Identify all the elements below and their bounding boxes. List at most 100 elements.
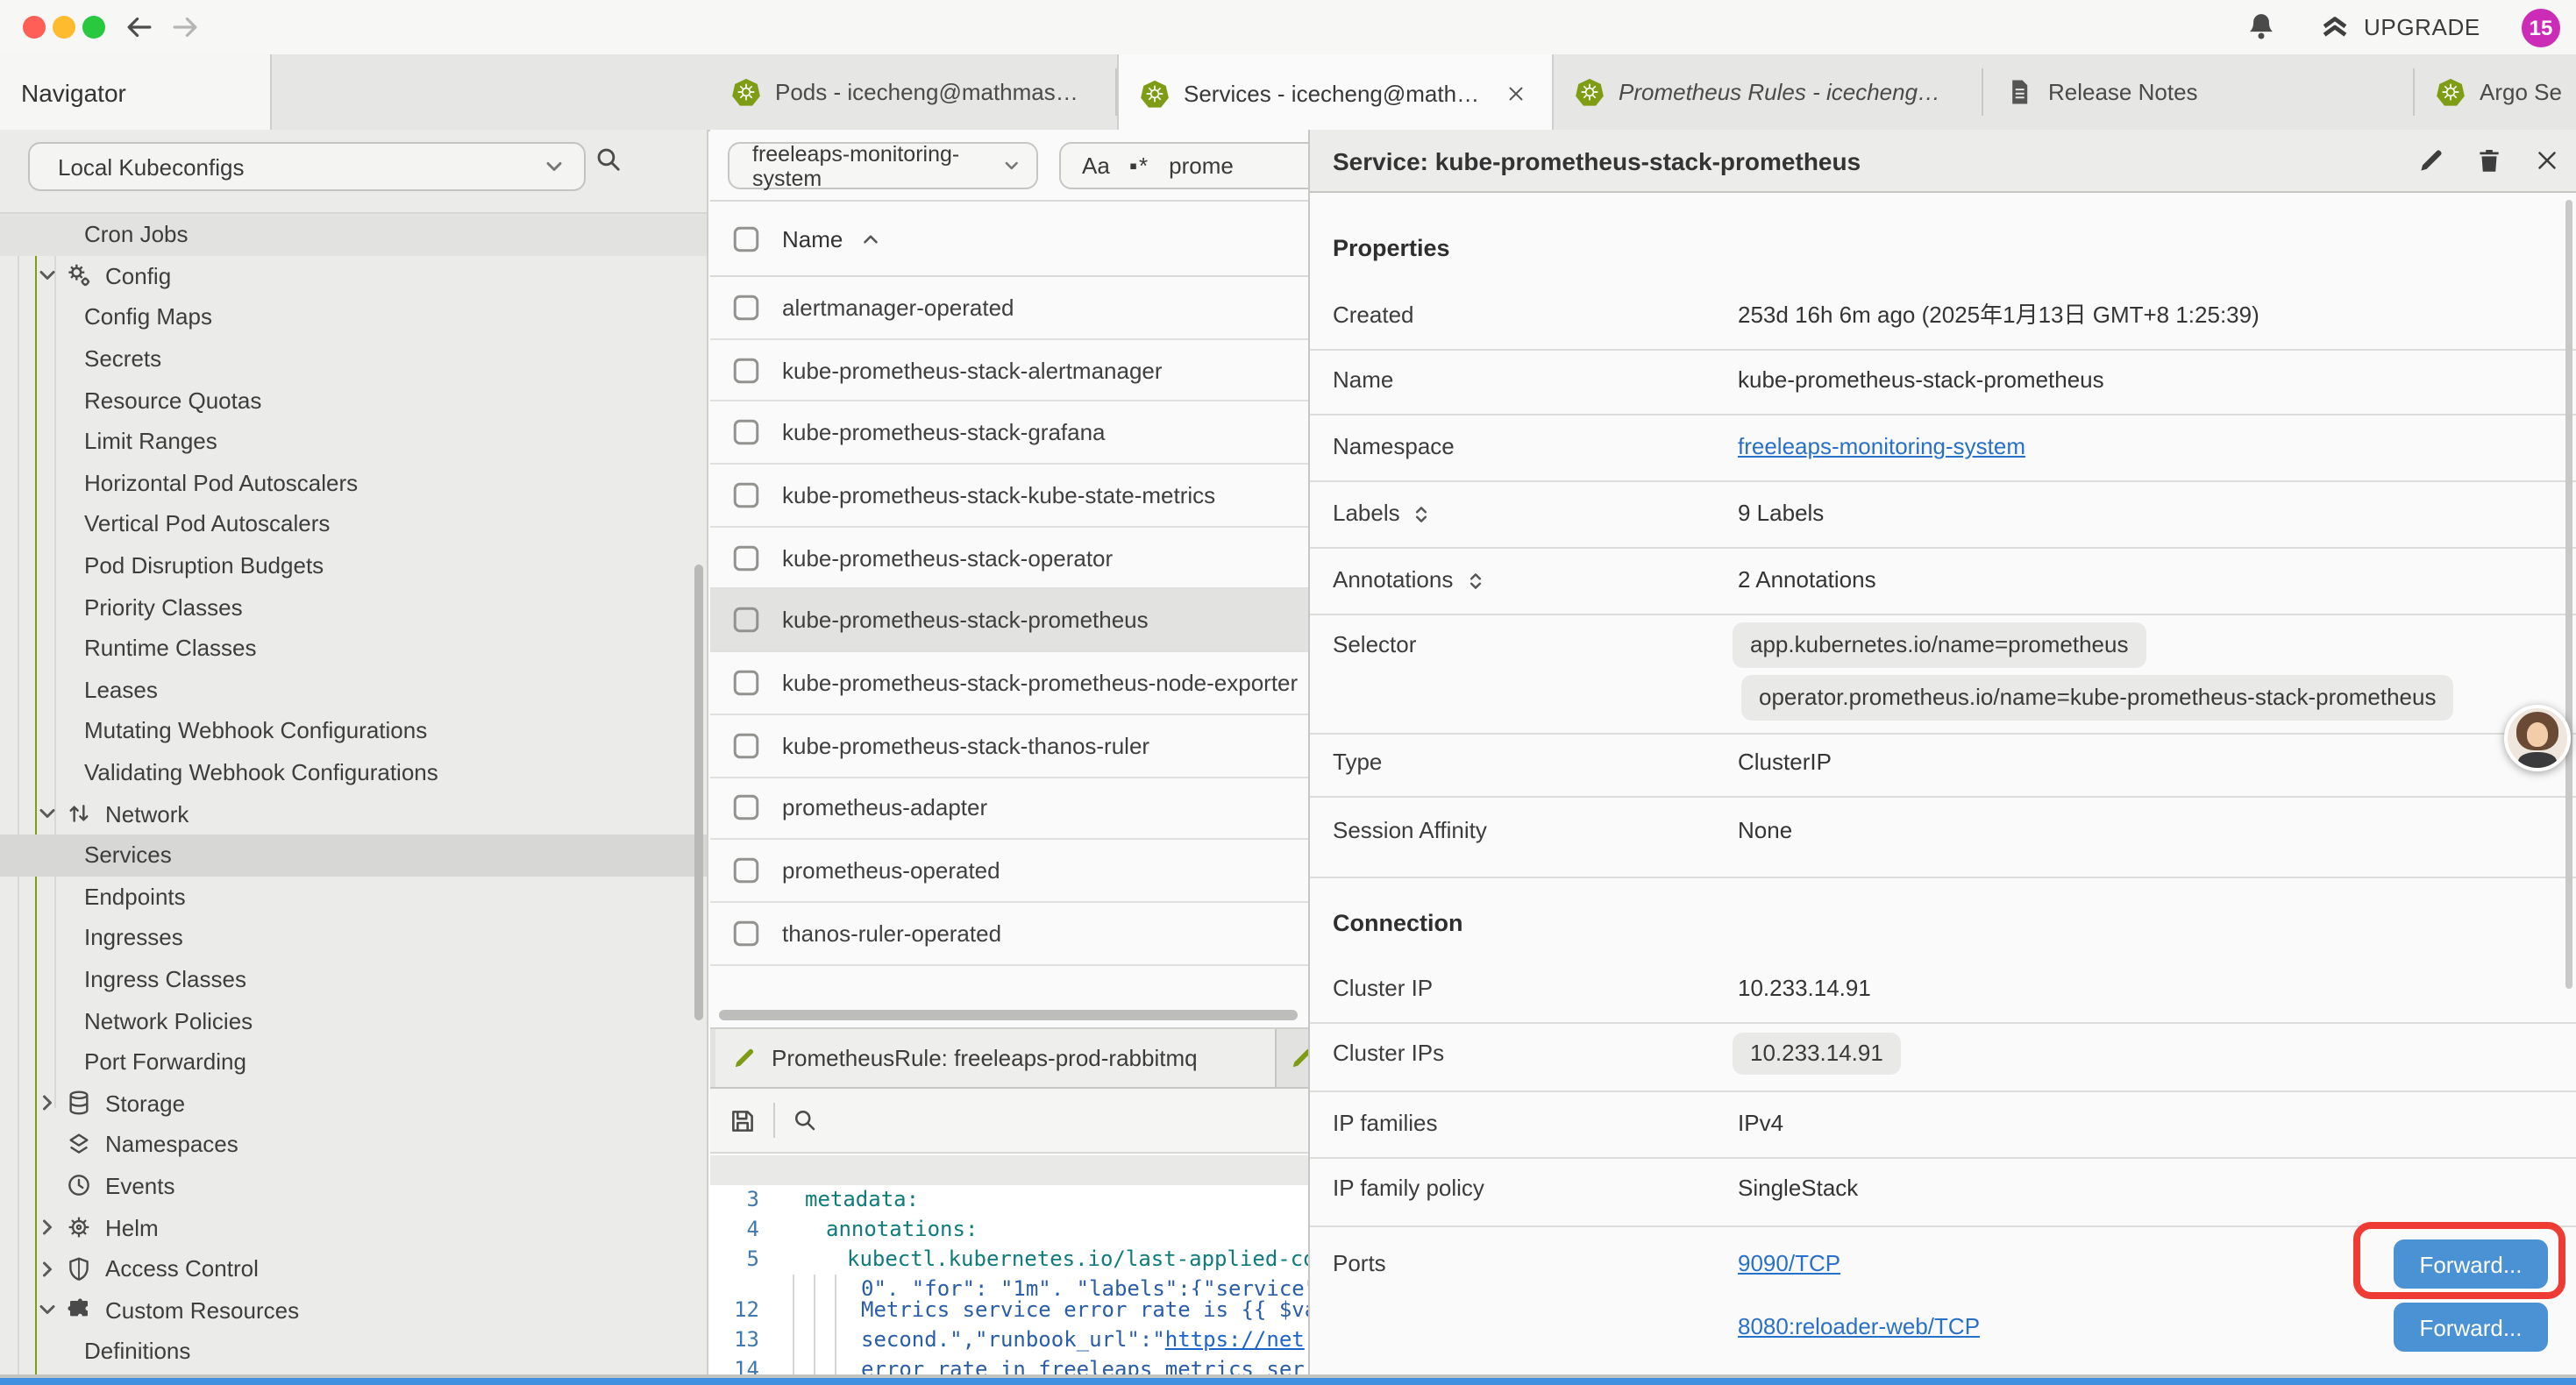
user-avatar[interactable] xyxy=(2504,705,2571,771)
tree-chevron-icon[interactable] xyxy=(35,1297,60,1322)
tab-prometheus-rules[interactable]: Prometheus Rules - icecheng… xyxy=(1554,54,1983,130)
service-row[interactable]: kube-prometheus-stack-prometheus-node-ex… xyxy=(710,652,1308,714)
tree-item[interactable]: Config xyxy=(0,255,708,296)
forward-icon[interactable] xyxy=(168,11,202,44)
tree-chevron-icon[interactable] xyxy=(35,1256,60,1281)
tab-release-notes[interactable]: Release Notes xyxy=(1983,54,2415,130)
tab-services[interactable]: Services - icecheng@math… xyxy=(1117,54,1554,131)
tree-chevron-icon[interactable] xyxy=(35,1091,60,1116)
tree-item[interactable]: Validating Webhook Configurations xyxy=(0,751,708,792)
tree-item[interactable]: Namespaces xyxy=(0,1124,708,1165)
horizontal-scrollbar[interactable] xyxy=(719,1010,1298,1020)
tree-item[interactable]: Pod Disruption Budgets xyxy=(0,545,708,586)
service-row[interactable]: kube-prometheus-stack-prometheus xyxy=(710,590,1308,652)
tree-item[interactable]: Vertical Pod Autoscalers xyxy=(0,503,708,544)
tree-item[interactable]: Endpoints xyxy=(0,876,708,917)
tree-item[interactable]: Events xyxy=(0,1165,708,1206)
regex-toggle[interactable]: ▪* xyxy=(1129,153,1149,179)
service-row[interactable]: prometheus-operated xyxy=(710,840,1308,902)
row-checkbox[interactable] xyxy=(733,857,759,884)
editor-tab-next[interactable] xyxy=(1289,1029,1308,1087)
tree-item[interactable]: Services xyxy=(0,835,708,876)
service-row[interactable]: kube-prometheus-stack-operator xyxy=(710,528,1308,590)
minimize-window-button[interactable] xyxy=(53,16,75,39)
row-checkbox[interactable] xyxy=(733,482,759,508)
tree-chevron-icon[interactable] xyxy=(35,264,60,288)
tree-item[interactable]: Custom Resources xyxy=(0,1289,708,1331)
expand-annotations-icon[interactable] xyxy=(1463,569,1486,592)
select-all-checkbox[interactable] xyxy=(733,225,759,252)
tree-item[interactable]: Storage xyxy=(0,1083,708,1124)
tree-item[interactable]: Priority Classes xyxy=(0,586,708,628)
runbook-url-link[interactable]: https://net xyxy=(1165,1325,1305,1355)
tab-argo[interactable]: Argo Se xyxy=(2415,54,2576,130)
tree-item[interactable]: Runtime Classes xyxy=(0,628,708,669)
row-checkbox[interactable] xyxy=(733,795,759,821)
row-checkbox[interactable] xyxy=(733,920,759,946)
row-checkbox[interactable] xyxy=(733,419,759,445)
namespace-link[interactable]: freeleaps-monitoring-system xyxy=(1738,430,2025,465)
tree-item[interactable]: Ingresses xyxy=(0,917,708,958)
sidebar-search-icon[interactable] xyxy=(593,144,624,175)
back-icon[interactable] xyxy=(123,11,156,44)
tree-item[interactable]: Cron Jobs xyxy=(0,214,708,255)
tree-chevron-icon[interactable] xyxy=(35,1215,60,1239)
tree-item[interactable]: Limit Ranges xyxy=(0,421,708,462)
save-icon[interactable] xyxy=(728,1105,758,1135)
service-row[interactable]: kube-prometheus-stack-alertmanager xyxy=(710,339,1308,401)
name-column-header[interactable]: Name xyxy=(782,225,843,252)
expand-labels-icon[interactable] xyxy=(1411,502,1434,525)
tree-item[interactable]: Config Maps xyxy=(0,296,708,337)
row-checkbox[interactable] xyxy=(733,544,759,571)
service-row[interactable]: kube-prometheus-stack-kube-state-metrics xyxy=(710,465,1308,527)
row-checkbox[interactable] xyxy=(733,295,759,321)
kubeconfig-selector[interactable]: Local Kubeconfigs xyxy=(28,142,586,191)
tree-item[interactable]: Access Control xyxy=(0,1248,708,1289)
match-case-toggle[interactable]: Aa xyxy=(1082,153,1110,179)
editor-tab-prometheusrule[interactable]: PrometheusRule: freeleaps-prod-rabbitmq xyxy=(715,1029,1277,1087)
row-checkbox[interactable] xyxy=(733,670,759,696)
tree-item[interactable]: Helm xyxy=(0,1207,708,1248)
service-row[interactable]: thanos-ruler-operated xyxy=(710,903,1308,965)
yaml-editor[interactable]: 3metadata: 4annotations: 5kubectl.kubern… xyxy=(710,1185,1308,1385)
port-9090-link[interactable]: 9090/TCP xyxy=(1738,1246,1840,1282)
port-8080-link[interactable]: 8080:reloader-web/TCP xyxy=(1738,1310,1980,1345)
drawer-scrollbar[interactable] xyxy=(2565,200,2572,989)
edit-pencil-icon[interactable] xyxy=(2416,146,2446,175)
close-drawer-icon[interactable] xyxy=(2532,146,2562,175)
row-checkbox[interactable] xyxy=(733,357,759,383)
close-window-button[interactable] xyxy=(23,16,46,39)
tree-item[interactable]: Port Forwarding xyxy=(0,1041,708,1083)
tree-item[interactable]: Network xyxy=(0,793,708,835)
namespace-filter-dropdown[interactable]: freeleaps-monitoring-system xyxy=(728,142,1038,189)
tree-item[interactable]: Network Policies xyxy=(0,1000,708,1041)
upgrade-icon[interactable] xyxy=(2318,11,2352,44)
sidebar-scrollbar[interactable] xyxy=(694,565,703,1020)
forward-port-8080-button[interactable]: Forward... xyxy=(2394,1303,2548,1352)
tab-navigator[interactable]: Navigator xyxy=(0,54,272,130)
tree-item[interactable]: Definitions xyxy=(0,1331,708,1372)
service-row[interactable]: kube-prometheus-stack-thanos-ruler xyxy=(710,715,1308,778)
row-checkbox[interactable] xyxy=(733,732,759,758)
sort-ascending-icon[interactable] xyxy=(858,227,881,250)
tree-item[interactable]: Leases xyxy=(0,669,708,710)
delete-trash-icon[interactable] xyxy=(2474,146,2504,175)
notification-count-badge[interactable]: 15 xyxy=(2522,9,2560,47)
editor-search-icon[interactable] xyxy=(791,1106,819,1134)
tree-item[interactable]: Mutating Webhook Configurations xyxy=(0,710,708,751)
service-row[interactable]: kube-prometheus-stack-grafana xyxy=(710,402,1308,465)
list-search-input[interactable]: Aa ▪* prome xyxy=(1059,142,1308,189)
service-row[interactable]: prometheus-adapter xyxy=(710,778,1308,840)
tab-pods[interactable]: Pods - icecheng@mathmas… xyxy=(710,54,1117,130)
row-checkbox[interactable] xyxy=(733,607,759,634)
tree-item[interactable]: Secrets xyxy=(0,338,708,380)
tree-item[interactable]: Resource Quotas xyxy=(0,380,708,421)
service-row[interactable]: alertmanager-operated xyxy=(710,277,1308,339)
tree-item[interactable]: Horizontal Pod Autoscalers xyxy=(0,462,708,503)
notifications-bell-icon[interactable] xyxy=(2245,11,2278,44)
tree-chevron-icon[interactable] xyxy=(35,801,60,826)
upgrade-button[interactable]: UPGRADE xyxy=(2364,14,2480,40)
zoom-window-button[interactable] xyxy=(82,16,105,39)
tree-item[interactable]: Ingress Classes xyxy=(0,958,708,999)
close-tab-icon[interactable] xyxy=(1504,82,1526,104)
